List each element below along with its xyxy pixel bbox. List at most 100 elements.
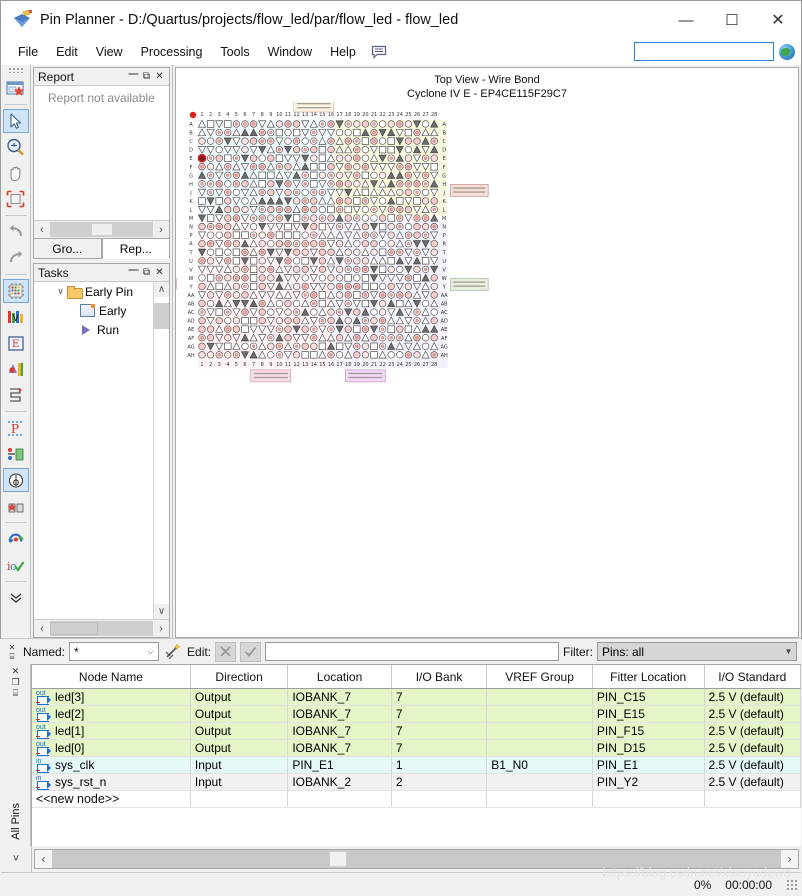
pan-hand-icon[interactable]: [3, 161, 29, 185]
package-pin[interactable]: [232, 188, 240, 196]
package-pin[interactable]: [353, 308, 361, 316]
menu-edit[interactable]: Edit: [47, 42, 87, 62]
package-pin[interactable]: [207, 299, 215, 308]
package-pin[interactable]: [396, 265, 404, 273]
package-pin[interactable]: [303, 182, 307, 186]
package-pin[interactable]: [267, 274, 275, 282]
cell-node-name[interactable]: out led[2]: [32, 705, 191, 723]
menu-window[interactable]: Window: [259, 42, 321, 62]
package-pin[interactable]: [269, 336, 273, 340]
package-pin[interactable]: [310, 197, 318, 205]
refresh-icon[interactable]: [3, 527, 29, 551]
package-pin[interactable]: [336, 291, 344, 299]
package-pin[interactable]: [250, 137, 258, 145]
toolbar-grip[interactable]: [7, 67, 24, 73]
package-pin[interactable]: [277, 353, 282, 357]
package-pin[interactable]: [344, 154, 352, 162]
package-pin[interactable]: [294, 190, 299, 195]
package-pin[interactable]: [379, 299, 387, 308]
cell-location[interactable]: IOBANK_2: [287, 773, 392, 791]
package-pin[interactable]: [320, 216, 325, 220]
package-pin[interactable]: [422, 188, 430, 196]
package-pin[interactable]: [241, 180, 249, 188]
package-pin[interactable]: [329, 122, 333, 126]
package-pin[interactable]: [215, 231, 223, 239]
pin-all-pins-icon[interactable]: ⌸: [13, 688, 18, 699]
package-pin[interactable]: [232, 231, 240, 239]
package-pin[interactable]: [224, 231, 232, 239]
message-note-icon[interactable]: [371, 45, 387, 60]
chevron-down-icon[interactable]: ∨: [54, 286, 67, 297]
package-pin[interactable]: [284, 128, 292, 137]
tasks-scroll-thumb-h[interactable]: [50, 622, 98, 635]
close-button[interactable]: ✕: [755, 1, 801, 39]
package-pin[interactable]: [380, 318, 385, 323]
package-pin[interactable]: [217, 130, 221, 135]
package-pin[interactable]: [284, 317, 292, 325]
package-pin[interactable]: [260, 250, 264, 254]
package-pin[interactable]: [370, 248, 378, 256]
package-pin[interactable]: [241, 342, 249, 350]
package-pin[interactable]: [301, 325, 309, 333]
package-pin[interactable]: [293, 299, 301, 308]
col-header-io-standard[interactable]: I/O Standard: [704, 665, 801, 689]
package-pin[interactable]: [310, 351, 318, 359]
package-pin[interactable]: [226, 293, 230, 297]
package-pin[interactable]: [312, 139, 316, 143]
package-pin[interactable]: [224, 317, 232, 325]
package-pin[interactable]: [303, 241, 307, 246]
package-pin[interactable]: [226, 327, 230, 331]
package-pin[interactable]: [226, 241, 230, 246]
dual-purpose-pins-icon[interactable]: [3, 442, 29, 466]
new-node-empty-cell[interactable]: [391, 790, 488, 808]
package-pin[interactable]: [293, 351, 301, 359]
package-pin[interactable]: [379, 137, 387, 145]
package-pin[interactable]: [224, 154, 232, 162]
package-pin[interactable]: [361, 154, 369, 162]
package-pin[interactable]: [293, 128, 301, 137]
table-row[interactable]: out led[3] Output IOBANK_7 7 PIN_C15 2.5 V (de…: [32, 688, 801, 706]
report-scroll-left-arrow[interactable]: ‹: [34, 222, 50, 237]
cell-vref-group[interactable]: B1_N0: [486, 756, 593, 774]
package-pin[interactable]: [336, 128, 344, 137]
package-pin[interactable]: [258, 274, 266, 282]
chevron-down-icon[interactable]: ▼: [781, 647, 796, 656]
package-pin[interactable]: [250, 257, 258, 265]
package-pin[interactable]: [293, 197, 301, 205]
package-pin[interactable]: [422, 120, 430, 128]
assigned-pin-highlight[interactable]: [197, 153, 207, 163]
package-pin[interactable]: [269, 130, 273, 135]
collapse-strip[interactable]: ˅: [1, 846, 32, 872]
package-pin[interactable]: [432, 224, 436, 229]
zoom-icon[interactable]: [3, 135, 29, 159]
package-pin[interactable]: [217, 276, 221, 280]
tasks-scroll-track[interactable]: [154, 297, 169, 604]
package-pin[interactable]: [337, 207, 342, 212]
package-pin[interactable]: [363, 318, 368, 323]
package-pin[interactable]: [355, 284, 359, 289]
cell-io-bank[interactable]: 2: [391, 773, 488, 791]
package-pin[interactable]: [423, 267, 428, 272]
package-pin[interactable]: [293, 248, 301, 256]
package-pin[interactable]: [198, 240, 206, 248]
package-pin[interactable]: [234, 216, 239, 220]
package-pin[interactable]: [310, 163, 318, 171]
package-pin[interactable]: [310, 154, 318, 162]
package-pin[interactable]: [344, 197, 352, 205]
package-pin[interactable]: [353, 180, 361, 188]
package-pin[interactable]: [215, 154, 223, 162]
package-pin[interactable]: [387, 282, 395, 291]
filter-combo[interactable]: Pins: all ▼: [597, 642, 797, 661]
package-pin[interactable]: [430, 240, 438, 248]
package-pin[interactable]: [217, 139, 221, 143]
package-pin[interactable]: [318, 223, 327, 231]
package-pin[interactable]: [346, 165, 350, 169]
package-pin[interactable]: [267, 188, 275, 196]
package-pin[interactable]: [198, 317, 206, 325]
package-pin[interactable]: [404, 154, 412, 162]
package-pin[interactable]: [361, 188, 370, 196]
package-pin[interactable]: [293, 214, 301, 222]
menu-processing[interactable]: Processing: [132, 42, 212, 62]
package-pin[interactable]: [234, 156, 239, 160]
cell-direction[interactable]: Input: [190, 756, 289, 774]
